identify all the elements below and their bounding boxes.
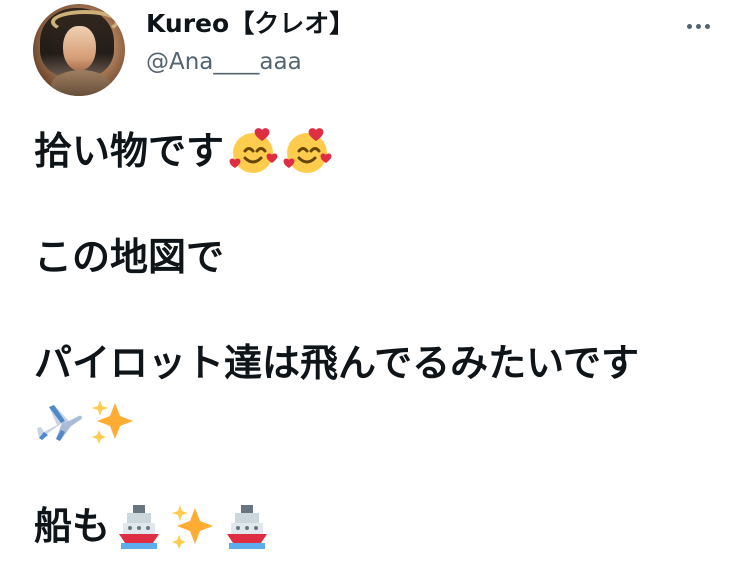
smiling-face-with-hearts-icon xyxy=(282,126,332,176)
tweet-card: Kureo【クレオ】 @Ana____aaa 拾い物です この地図で パイロット… xyxy=(0,0,737,564)
avatar[interactable] xyxy=(33,4,125,96)
tweet-line-text: 船も xyxy=(34,504,111,548)
smiling-face-with-hearts-icon xyxy=(228,126,278,176)
display-name[interactable]: Kureo【クレオ】 xyxy=(146,7,354,41)
tweet-line-text: この地図で xyxy=(34,235,225,279)
tweet-line-text: パイロット達は飛んでるみたいです xyxy=(34,341,639,385)
more-icon xyxy=(705,24,710,29)
avatar-shoulders xyxy=(51,70,111,96)
more-icon xyxy=(687,24,692,29)
avatar-face xyxy=(63,26,96,71)
ship-icon xyxy=(114,501,164,551)
tweet-line: 船も xyxy=(34,500,272,552)
user-handle[interactable]: @Ana____aaa xyxy=(146,46,302,78)
more-options-button[interactable] xyxy=(675,10,721,42)
tweet-line xyxy=(34,395,138,447)
tweet-line: この地図で xyxy=(34,231,224,283)
sparkles-icon xyxy=(168,501,218,551)
tweet-line: 拾い物です xyxy=(34,125,332,177)
tweet-line: パイロット達は飛んでるみたいです xyxy=(34,337,639,389)
more-icon xyxy=(696,24,701,29)
sparkles-icon xyxy=(88,396,138,446)
airplane-icon xyxy=(34,396,84,446)
ship-icon xyxy=(222,501,272,551)
tweet-line-text: 拾い物です xyxy=(34,129,225,173)
